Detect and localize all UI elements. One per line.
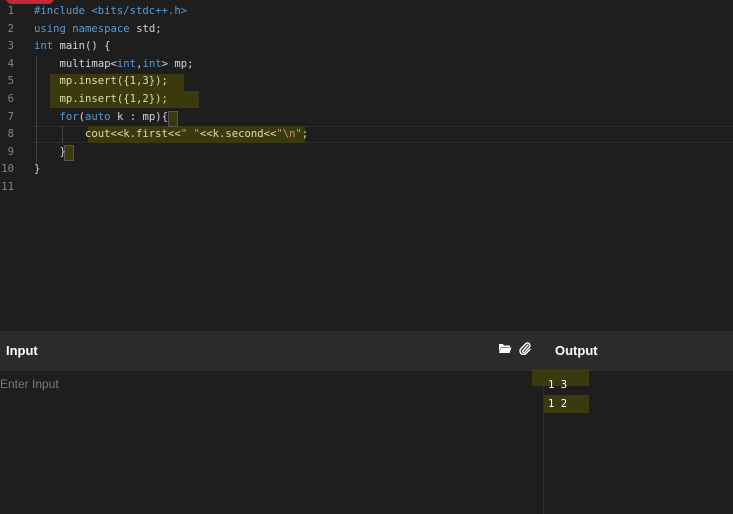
code-text: } [34, 145, 66, 158]
code-line: 4 multimap<int,int> mp; [0, 56, 733, 74]
panel-divider [543, 371, 544, 514]
code-line: 6 mp.insert({1,2}); [0, 91, 733, 109]
line-number: 6 [7, 93, 14, 105]
line-number: 3 [7, 40, 14, 53]
panel-header: Input Output [0, 331, 733, 371]
code-line: 5 mp.insert({1,3}); [0, 73, 733, 91]
code-line: 10} [0, 161, 733, 179]
line-number: 10 [1, 163, 14, 176]
code-text: cout<<k.first<<" "<<k.second<<"\n"; [34, 128, 309, 141]
code-text: using namespace std; [34, 22, 162, 35]
line-number: 8 [7, 128, 14, 141]
line-number: 1 [7, 5, 14, 17]
line-number: 9 [7, 145, 14, 158]
code-line: 3 int main() { [0, 38, 733, 56]
line-number: 11 [1, 181, 14, 193]
code-text: mp.insert({1,3}); [34, 75, 168, 88]
line-number: 5 [7, 75, 14, 88]
code-line: 9 } [0, 144, 733, 162]
code-text: int main() { [34, 40, 111, 53]
io-panel: Input Output 1 3 1 2 [0, 331, 733, 514]
code-text: } [34, 163, 41, 176]
code-editor[interactable]: 1 #include <bits/stdc++.h> 2 using namespac… [0, 0, 733, 331]
code-line: 7 for(auto k : mp){ [0, 109, 733, 127]
input-field[interactable] [0, 371, 532, 514]
code-text: mp.insert({1,2}); [34, 93, 168, 105]
code-text: #include <bits/stdc++.h> [34, 5, 188, 17]
code-line: 11 [0, 179, 733, 197]
code-line: 2 using namespace std; [0, 21, 733, 39]
code-line: 8 cout<<k.first<<" "<<k.second<<"\n"; [0, 126, 733, 144]
line-number: 4 [7, 57, 14, 70]
code-text: multimap<int,int> mp; [34, 57, 194, 70]
line-number: 2 [7, 22, 14, 35]
input-title: Input [6, 343, 38, 358]
code-text: for(auto k : mp){ [59, 110, 168, 123]
output-line: 1 3 [548, 379, 568, 391]
paperclip-icon[interactable] [519, 342, 531, 358]
code-line: 1 #include <bits/stdc++.h> [0, 3, 733, 21]
output-line: 1 2 [548, 398, 568, 410]
line-number: 7 [7, 110, 14, 123]
output-title: Output [555, 343, 598, 358]
folder-open-icon[interactable] [498, 342, 512, 357]
